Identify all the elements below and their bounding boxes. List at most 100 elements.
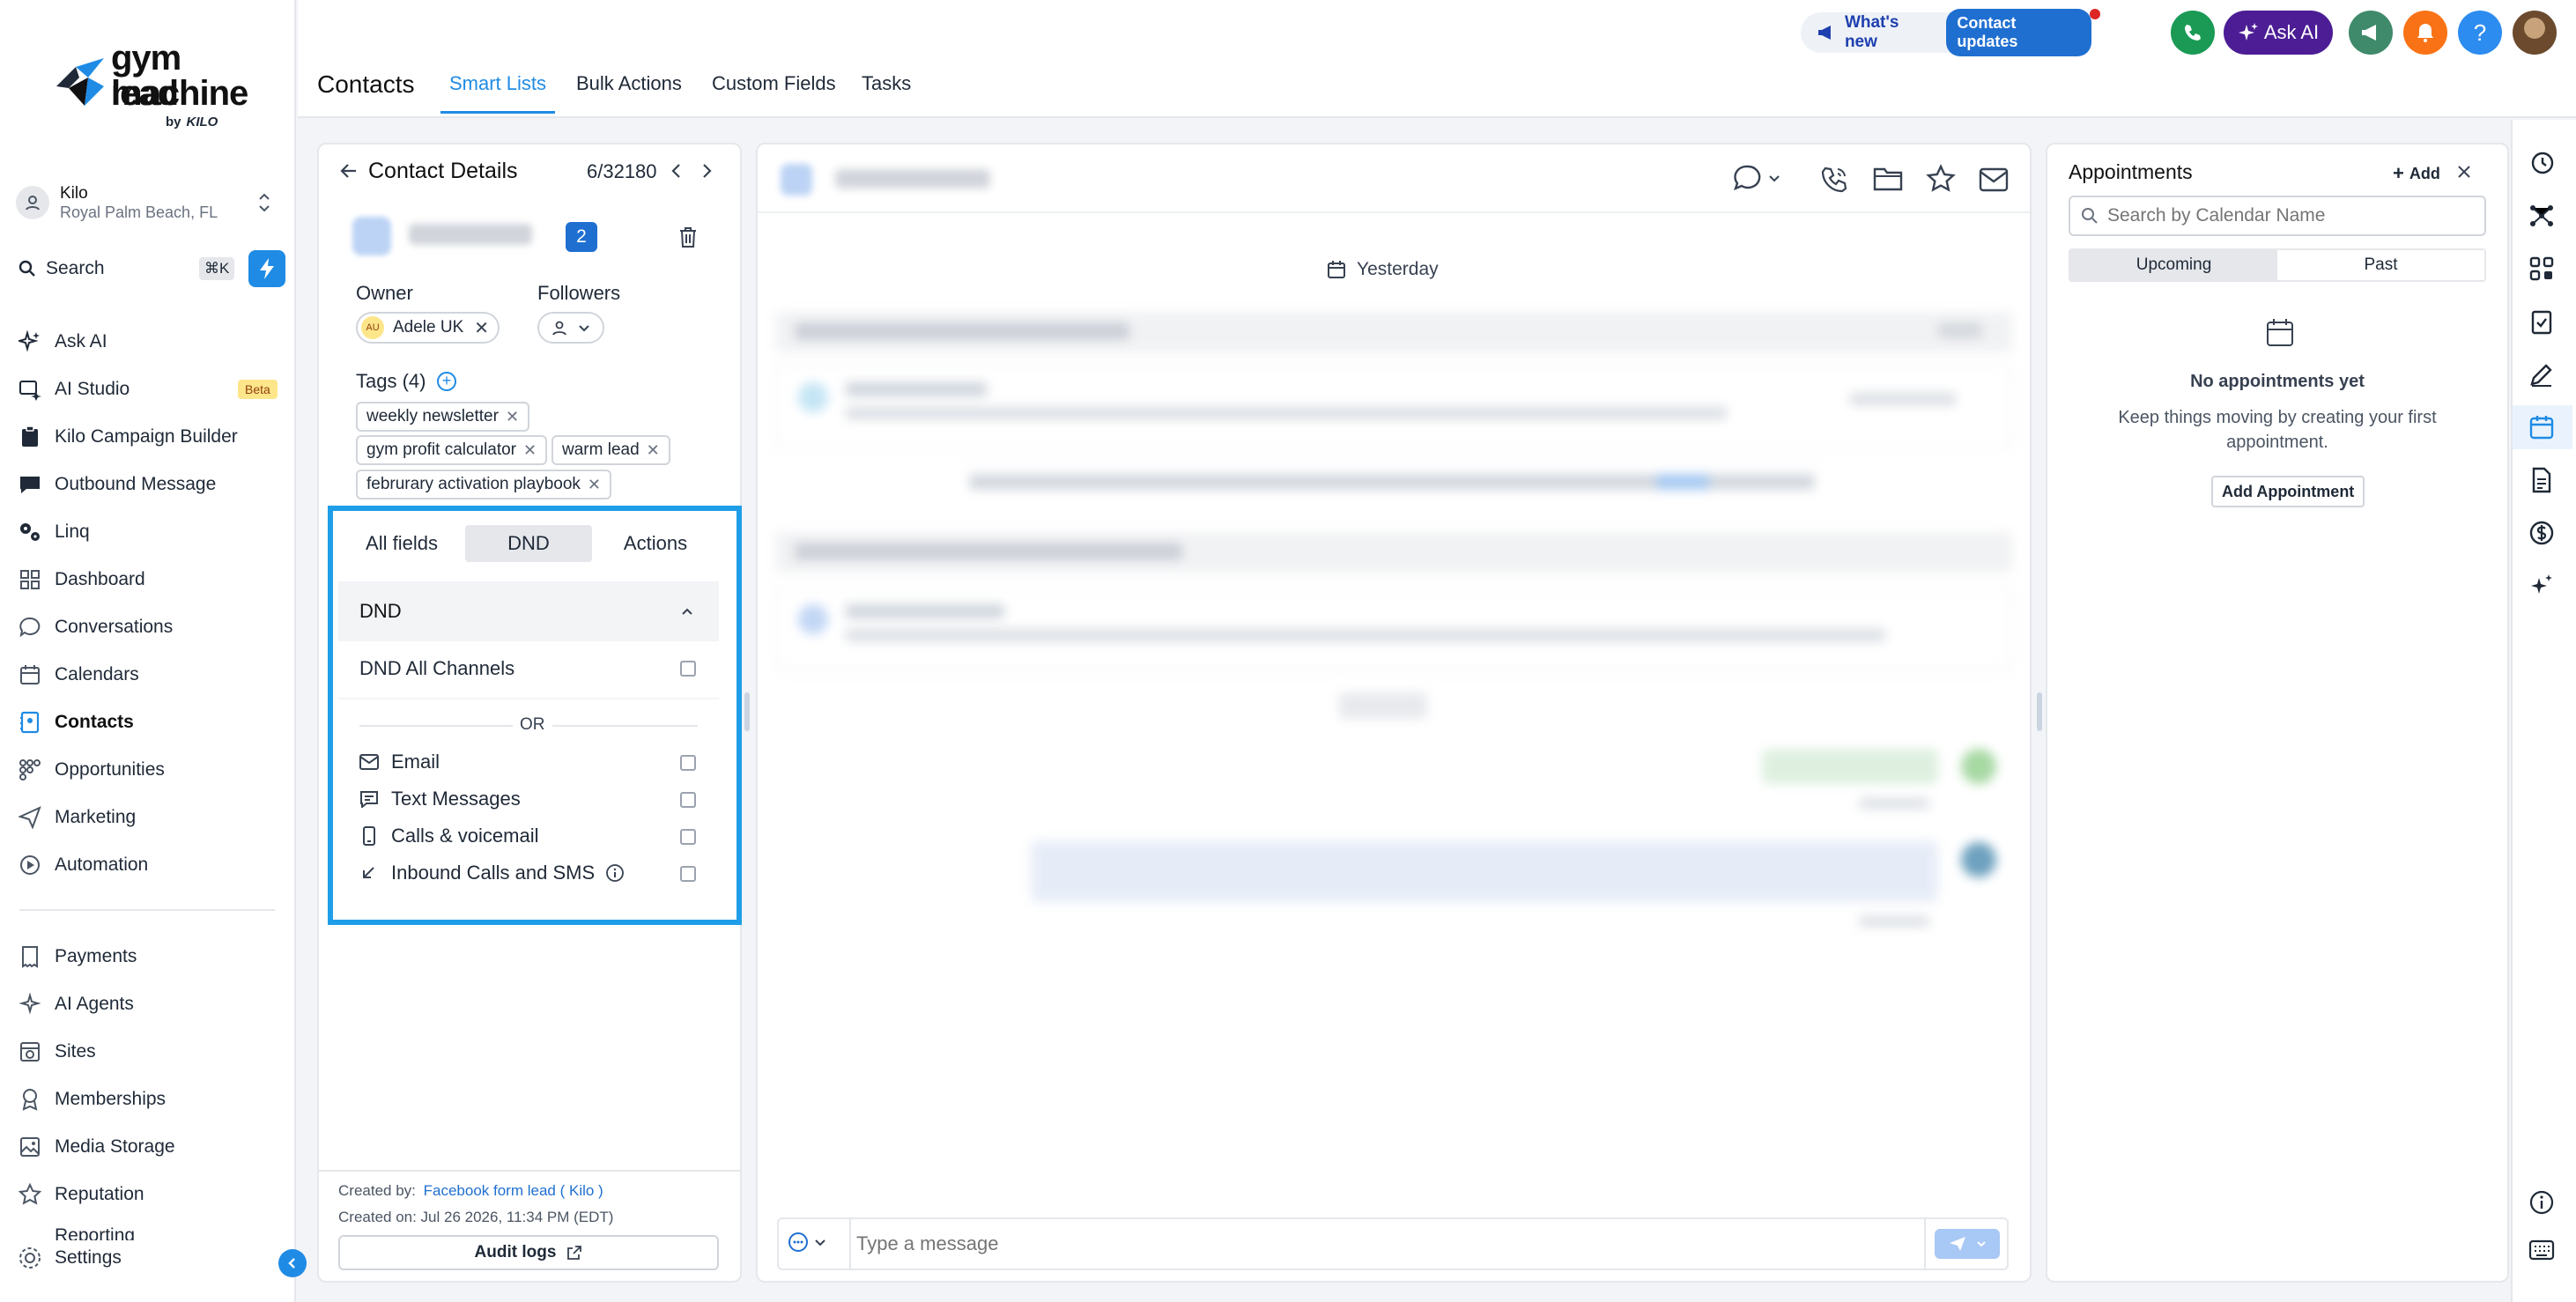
sidebar-item-kilo-campaign-builder[interactable]: Kilo Campaign Builder xyxy=(18,418,282,456)
panel-footer-divider xyxy=(319,1170,740,1172)
tag-chip[interactable]: februrary activation playbook ✕ xyxy=(356,470,612,499)
dnd-calls-checkbox[interactable] xyxy=(680,829,696,845)
notifications-button[interactable] xyxy=(2403,11,2447,55)
notes-pen-icon[interactable] xyxy=(2527,359,2557,389)
tab-custom-fields[interactable]: Custom Fields xyxy=(712,72,836,95)
owner-avatar: AU xyxy=(361,316,384,339)
sidebar-search[interactable]: Search xyxy=(18,254,199,284)
whats-new-label: What's new xyxy=(1844,13,1899,51)
sidebar-item-contacts[interactable]: Contacts xyxy=(18,703,282,742)
audit-logs-button[interactable]: Audit logs xyxy=(338,1235,719,1270)
sidebar-item-reputation[interactable]: Reputation xyxy=(18,1175,282,1214)
sidebar-item-media-storage[interactable]: Media Storage xyxy=(18,1128,282,1166)
dnd-all-checkbox[interactable] xyxy=(680,661,696,677)
appointments-calendar-icon[interactable] xyxy=(2527,412,2557,442)
splitter-handle-left[interactable] xyxy=(744,692,750,731)
prev-contact-button[interactable] xyxy=(668,162,685,180)
folder-button[interactable] xyxy=(1873,166,1903,192)
tab-smart-lists[interactable]: Smart Lists xyxy=(449,72,546,95)
dollar-icon[interactable] xyxy=(2527,518,2557,548)
info-rail-icon[interactable] xyxy=(2527,1187,2557,1217)
followers-select[interactable] xyxy=(537,312,604,344)
sidebar-item-calendars[interactable]: Calendars xyxy=(18,655,282,694)
quick-action-button[interactable] xyxy=(248,250,285,287)
account-switcher[interactable]: Kilo Royal Palm Beach, FL xyxy=(16,180,278,226)
tab-bulk-actions[interactable]: Bulk Actions xyxy=(576,72,682,95)
channel-select-button[interactable] xyxy=(1732,164,1781,192)
back-button[interactable] xyxy=(338,160,359,181)
owner-label: Owner xyxy=(356,282,413,304)
tag-chip[interactable]: gym profit calculator ✕ xyxy=(356,435,548,465)
email-button[interactable] xyxy=(1979,167,2009,192)
star-button[interactable] xyxy=(1926,164,1956,194)
channel-label: Calls & voicemail xyxy=(391,825,539,847)
tasks-icon[interactable] xyxy=(2527,307,2557,337)
remove-tag-icon[interactable]: ✕ xyxy=(647,441,660,460)
add-appointment-link[interactable]: + Add xyxy=(2393,162,2440,185)
tab-all-fields[interactable]: All fields xyxy=(338,525,465,562)
tab-past[interactable]: Past xyxy=(2277,250,2484,280)
contact-updates-badge[interactable]: Contact updates xyxy=(1946,9,2091,56)
whats-new-pill[interactable]: What's new Contact updates xyxy=(1801,9,2091,56)
ask-ai-button[interactable]: Ask AI xyxy=(2224,11,2333,55)
composer-divider xyxy=(849,1219,851,1269)
calendar-search-input[interactable] xyxy=(2107,205,2460,226)
sidebar-item-ask-ai[interactable]: Ask AI xyxy=(18,322,282,361)
composer-channel-select[interactable] xyxy=(788,1232,826,1253)
sidebar-item-settings[interactable]: Settings xyxy=(18,1240,282,1276)
sidebar-item-payments[interactable]: Payments xyxy=(18,937,282,976)
remove-tag-icon[interactable]: ✕ xyxy=(588,476,601,494)
remove-owner-icon[interactable]: ✕ xyxy=(474,317,489,339)
user-avatar[interactable] xyxy=(2513,11,2557,55)
remove-tag-icon[interactable]: ✕ xyxy=(506,408,519,426)
phone-button[interactable] xyxy=(2171,11,2215,55)
pipeline-icon[interactable] xyxy=(2527,254,2557,284)
sidebar-item-conversations[interactable]: Conversations xyxy=(18,608,282,647)
call-button[interactable] xyxy=(1820,166,1848,194)
sidebar-item-outbound-message[interactable]: Outbound Message xyxy=(18,465,282,504)
sidebar-item-marketing[interactable]: Marketing xyxy=(18,798,282,837)
message-input[interactable] xyxy=(856,1226,1808,1261)
next-contact-button[interactable] xyxy=(698,162,715,180)
tag-chip[interactable]: warm lead ✕ xyxy=(551,435,670,465)
sidebar-item-automation[interactable]: Automation xyxy=(18,846,282,884)
calendar-search-field[interactable] xyxy=(2069,196,2486,236)
add-appointment-button[interactable]: Add Appointment xyxy=(2211,476,2365,507)
splitter-handle-right[interactable] xyxy=(2037,692,2042,731)
dnd-inbound-checkbox[interactable] xyxy=(680,866,696,882)
beta-badge: Beta xyxy=(238,380,278,399)
dnd-section-header[interactable]: DND xyxy=(338,581,719,641)
delete-contact-button[interactable] xyxy=(678,226,698,248)
send-button[interactable] xyxy=(1935,1229,2000,1259)
announcements-button[interactable] xyxy=(2349,11,2393,55)
tab-tasks[interactable]: Tasks xyxy=(862,72,911,95)
close-appointments-button[interactable] xyxy=(2456,164,2472,180)
tab-actions[interactable]: Actions xyxy=(592,525,719,562)
add-tag-button[interactable]: + xyxy=(437,372,456,391)
tab-dnd[interactable]: DND xyxy=(465,525,592,562)
dnd-email-checkbox[interactable] xyxy=(680,755,696,771)
history-icon[interactable] xyxy=(2527,148,2557,178)
info-icon[interactable] xyxy=(605,863,625,883)
tag-chip[interactable]: weekly newsletter ✕ xyxy=(356,402,530,432)
dnd-sms-checkbox[interactable] xyxy=(680,792,696,808)
brand-logo[interactable]: gym lead machine by KILO xyxy=(49,41,252,137)
sidebar-item-memberships[interactable]: Memberships xyxy=(18,1080,282,1119)
tab-upcoming[interactable]: Upcoming xyxy=(2070,250,2277,280)
sidebar-item-sites[interactable]: Sites xyxy=(18,1032,282,1071)
sidebar-item-linq[interactable]: Linq xyxy=(18,513,282,551)
sidebar-item-dashboard[interactable]: Dashboard xyxy=(18,560,282,599)
sidebar-item-ai-studio[interactable]: AI Studio Beta xyxy=(18,370,282,409)
help-button[interactable]: ? xyxy=(2458,11,2502,55)
sparkle-icon xyxy=(18,329,42,354)
remove-tag-icon[interactable]: ✕ xyxy=(523,441,537,460)
sidebar-item-ai-agents[interactable]: AI Agents xyxy=(18,985,282,1024)
owner-chip[interactable]: AU Adele UK ✕ xyxy=(356,312,500,344)
workflow-icon[interactable] xyxy=(2527,201,2557,231)
document-icon[interactable] xyxy=(2527,465,2557,495)
keyboard-icon[interactable] xyxy=(2527,1235,2557,1265)
sidebar-item-opportunities[interactable]: Opportunities xyxy=(18,751,282,789)
collapse-sidebar-button[interactable] xyxy=(278,1249,307,1277)
ai-sparkles-icon[interactable] xyxy=(2527,571,2557,601)
created-by-link[interactable]: Facebook form lead ( Kilo ) xyxy=(424,1182,603,1199)
